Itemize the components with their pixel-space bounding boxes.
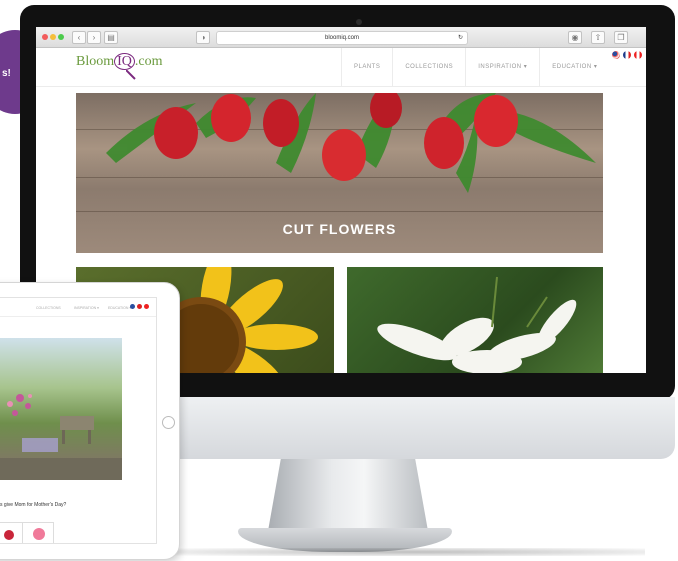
garden-image[interactable] — [0, 338, 122, 480]
ipad-thumb-carnations[interactable] — [22, 522, 54, 543]
nav-item-plants[interactable]: PLANTS — [341, 48, 392, 86]
browser-toolbar: ‹ › ▤ ◑ bloomiq.com ↻ ◉ ⇧ ❐ — [36, 27, 646, 48]
us-flag-icon[interactable] — [612, 51, 620, 59]
imac-shadow — [175, 548, 645, 556]
site-header: Bloom IQ .com PLANTS COLLECTIONS INSPIRATI… — [36, 48, 646, 87]
carnations-thumb-icon — [33, 528, 45, 540]
language-flags — [612, 51, 642, 59]
share-icon[interactable]: ⇧ — [591, 31, 605, 44]
nav-item-collections[interactable]: COLLECTIONS — [392, 48, 465, 86]
tabs-icon[interactable]: ❐ — [614, 31, 628, 44]
ipad-screen: COLLECTIONS INSPIRATION ▾ EDUCATION ▾ s … — [0, 297, 157, 544]
address-bar[interactable]: bloomiq.com ↻ — [216, 31, 468, 45]
privacy-shield-icon[interactable]: ◑ — [196, 31, 210, 44]
sidebar-icon[interactable]: ▤ — [104, 31, 118, 44]
logo-text-bloom: Bloom — [76, 54, 115, 69]
ipad-device: COLLECTIONS INSPIRATION ▾ EDUCATION ▾ s … — [0, 282, 180, 560]
zoom-window-button[interactable] — [58, 34, 64, 40]
magnifier-icon — [126, 70, 136, 80]
canada-flag-icon[interactable] — [144, 304, 149, 309]
ipad-home-button[interactable] — [162, 416, 175, 429]
ipad-nav-inspiration[interactable]: INSPIRATION ▾ — [74, 306, 99, 310]
lily-image — [377, 276, 577, 373]
minimize-window-button[interactable] — [50, 34, 56, 40]
back-icon[interactable]: ‹ — [72, 31, 86, 44]
hero-title: CUT FLOWERS — [282, 221, 397, 237]
ipad-nav-collections[interactable]: COLLECTIONS — [36, 306, 61, 310]
camera-dot — [356, 19, 362, 25]
garden-illustration — [0, 394, 122, 480]
canada-flag-icon[interactable] — [634, 51, 642, 59]
nav-item-education[interactable]: EDUCATION ▾ — [539, 48, 609, 86]
forward-icon[interactable]: › — [87, 31, 101, 44]
hero-banner-cut-flowers[interactable]: CUT FLOWERS — [76, 93, 603, 253]
promo-badge-text: s! — [2, 68, 11, 79]
nav-item-inspiration[interactable]: INSPIRATION ▾ — [465, 48, 539, 86]
uk-flag-icon[interactable] — [623, 51, 631, 59]
lily-card[interactable] — [347, 267, 603, 373]
imac-stand — [268, 459, 428, 531]
logo-text-com: .com — [134, 54, 163, 69]
site-logo[interactable]: Bloom IQ .com — [76, 53, 163, 80]
tulips-illustration — [106, 93, 596, 193]
reload-icon[interactable]: ↻ — [458, 32, 463, 44]
ipad-question-text: s give Mom for Mother's Day? — [0, 502, 67, 508]
uk-flag-icon[interactable] — [137, 304, 142, 309]
ipad-nav: COLLECTIONS INSPIRATION ▾ EDUCATION ▾ — [0, 302, 156, 317]
main-nav: PLANTS COLLECTIONS INSPIRATION ▾ EDUCATI… — [341, 48, 609, 86]
extension-icon[interactable]: ◉ — [568, 31, 582, 44]
logo-text-iq: IQ — [114, 53, 135, 70]
close-window-button[interactable] — [42, 34, 48, 40]
ipad-nav-education[interactable]: EDUCATION ▾ — [108, 306, 131, 310]
us-flag-icon[interactable] — [130, 304, 135, 309]
url-text: bloomiq.com — [324, 35, 359, 41]
